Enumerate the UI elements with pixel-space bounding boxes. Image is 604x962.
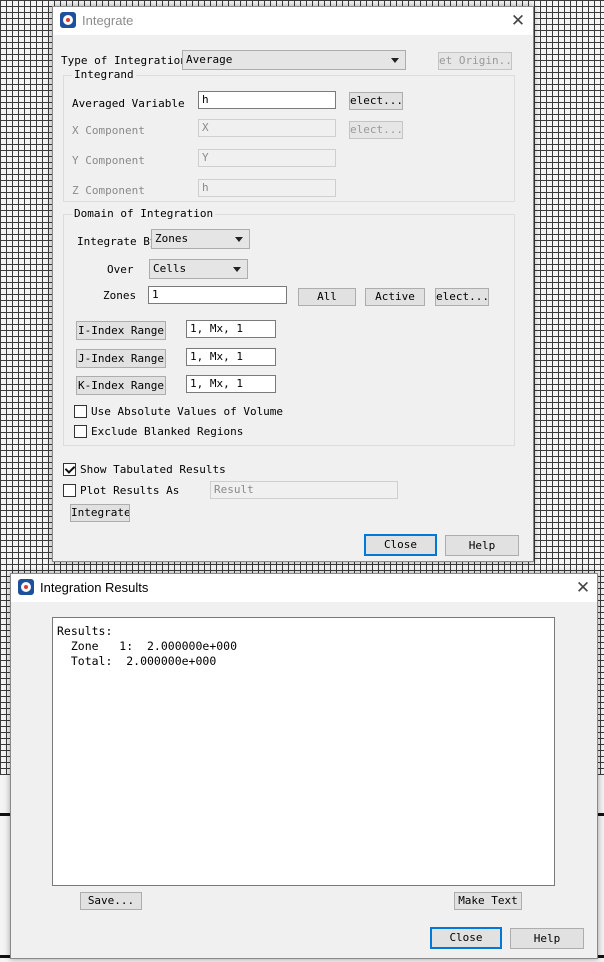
zones-select-button[interactable]: elect... [435,288,489,306]
integrate-button[interactable]: Integrate [70,504,130,522]
results-text-area[interactable]: Results: Zone 1: 2.000000e+000 Total: 2.… [52,617,555,886]
exclude-blanked-label: Exclude Blanked Regions [91,425,244,438]
zones-input[interactable]: 1 [148,286,287,304]
make-text-button[interactable]: Make Text [454,892,522,910]
plot-results-label: Plot Results As [80,484,180,497]
active-zones-button[interactable]: Active [365,288,425,306]
all-zones-button[interactable]: All [298,288,356,306]
i-index-range-button[interactable]: I-Index Range [76,321,166,340]
i-index-range-input[interactable]: 1, Mx, 1 [186,320,276,338]
j-index-range-button[interactable]: J-Index Range [76,349,166,368]
close-icon[interactable]: ✕ [572,577,594,599]
z-component-input[interactable]: h [198,179,336,197]
z-component-label: Z Component [72,184,145,197]
help-button[interactable]: Help [445,535,519,556]
integrate-by-label: Integrate By [77,235,157,248]
zones-label: Zones [103,289,137,302]
abs-volume-label: Use Absolute Values of Volume [91,405,284,418]
over-select[interactable]: Cells [149,259,248,279]
plot-results-checkbox[interactable] [63,484,76,497]
integrate-titlebar: Integrate ✕ [53,7,533,35]
type-of-integration-value: Average [186,53,233,66]
k-index-range-input[interactable]: 1, Mx, 1 [186,375,276,393]
x-component-select-button[interactable]: elect... [349,121,403,139]
results-title: Integration Results [40,580,149,595]
averaged-variable-select-button[interactable]: elect... [349,92,403,110]
averaged-variable-label: Averaged Variable [72,97,185,110]
app-icon [60,12,76,28]
j-index-range-input[interactable]: 1, Mx, 1 [186,348,276,366]
y-component-input[interactable]: Y [198,149,336,167]
close-icon[interactable]: ✕ [507,10,529,32]
over-label: Over [107,263,134,276]
show-tabulated-label: Show Tabulated Results [80,463,226,476]
save-button[interactable]: Save... [80,892,142,910]
integration-results-dialog: Integration Results ✕ Results: Zone 1: 2… [10,573,598,959]
results-titlebar: Integration Results ✕ [11,574,597,602]
chevron-down-icon [235,237,243,242]
chevron-down-icon [391,58,399,63]
x-component-input[interactable]: X [198,119,336,137]
close-button[interactable]: Close [364,534,437,556]
integrate-by-value: Zones [155,232,189,245]
k-index-range-button[interactable]: K-Index Range [76,376,166,395]
type-of-integration-label: Type of Integration [61,54,187,67]
results-close-button[interactable]: Close [430,927,502,949]
integrand-group-label: Integrand [72,68,136,81]
chevron-down-icon [233,267,241,272]
domain-group-label: Domain of Integration [72,207,216,220]
plot-results-input[interactable]: Result [210,481,398,499]
set-origin-button[interactable]: et Origin.. [438,52,512,70]
abs-volume-checkbox[interactable] [74,405,87,418]
results-help-button[interactable]: Help [510,928,584,949]
averaged-variable-input[interactable]: h [198,91,336,109]
type-of-integration-select[interactable]: Average [182,50,406,70]
exclude-blanked-checkbox[interactable] [74,425,87,438]
x-component-label: X Component [72,124,145,137]
integrate-dialog: Integrate ✕ Type of Integration Average … [52,6,534,562]
show-tabulated-checkbox[interactable] [63,463,76,476]
app-icon [18,579,34,595]
integrate-by-select[interactable]: Zones [151,229,250,249]
over-value: Cells [153,262,187,275]
y-component-label: Y Component [72,154,145,167]
integrate-title: Integrate [82,13,134,28]
